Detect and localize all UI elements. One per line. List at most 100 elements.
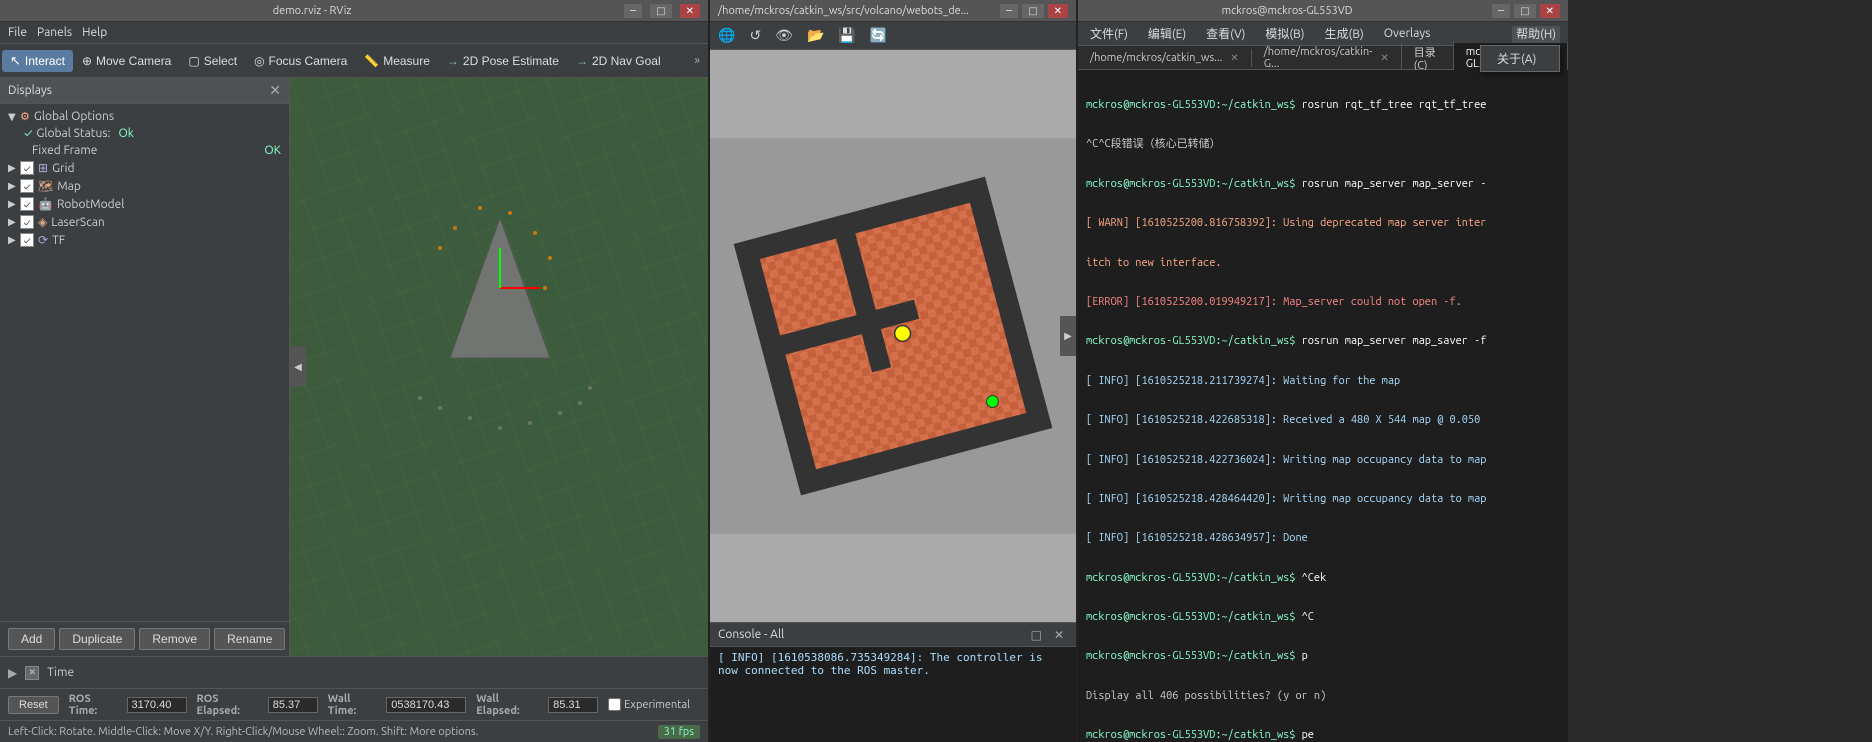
map-label: Map — [57, 180, 81, 193]
term-line-1: mckros@mckros-GL553VD:~/catkin_ws$ rosru… — [1086, 98, 1560, 113]
focus-camera-button[interactable]: ◎ Focus Camera — [246, 51, 355, 71]
tree-item-robot-model[interactable]: ▶ ✓ 🤖 RobotModel — [0, 195, 289, 213]
displays-panel-header: Displays ✕ — [0, 78, 289, 104]
tf-checkbox[interactable]: ✓ — [20, 233, 34, 247]
sim-world-btn[interactable]: 🌐 — [714, 25, 739, 46]
ros-elapsed-input[interactable] — [268, 697, 318, 713]
menu-panels[interactable]: Panels — [33, 24, 76, 41]
interact-button[interactable]: ↖ Interact — [2, 50, 73, 72]
sim-close[interactable]: ✕ — [1048, 4, 1068, 18]
term-line-6: [ERROR] [1610525200.019949217]: Map_serv… — [1086, 295, 1560, 310]
sim-open-btn[interactable]: 📂 — [803, 25, 828, 46]
sim-refresh-btn[interactable]: 🔄 — [866, 25, 891, 46]
ros-time-input[interactable] — [127, 697, 187, 713]
wall-time-input[interactable] — [386, 697, 466, 713]
fps-display: 31 fps — [658, 725, 700, 739]
console-message: [ INFO] [1610538086.735349284]: The cont… — [718, 651, 1043, 677]
time-panel: ▶ ✕ Time — [0, 656, 708, 688]
tree-item-fixed-frame[interactable]: Fixed Frame OK — [0, 142, 289, 159]
sim-eye-btn[interactable]: 👁 — [771, 25, 797, 46]
pose-estimate-button[interactable]: → 2D Pose Estimate — [439, 51, 567, 71]
reset-btn[interactable]: Reset — [8, 696, 59, 714]
map-icon: 🗺 — [38, 179, 53, 193]
terminal-section: mckros@mckros-GL553VD ─ □ ✕ 文件(F) 编辑(E) … — [1078, 0, 1568, 742]
console-close[interactable]: ✕ — [1050, 627, 1068, 643]
time-expand[interactable]: ▶ — [8, 666, 17, 680]
displays-close-btn[interactable]: ✕ — [269, 82, 281, 99]
term-line-4: [ WARN] [1610525200.816758392]: Using de… — [1086, 216, 1560, 231]
menu-generate[interactable]: 生成(B) — [1321, 23, 1368, 44]
robot-checkbox[interactable]: ✓ — [20, 197, 34, 211]
nav-goal-button[interactable]: → 2D Nav Goal — [568, 51, 669, 71]
tree-item-laser-scan[interactable]: ▶ ✓ ◈ LaserScan — [0, 213, 289, 231]
menu-simulate[interactable]: 模拟(B) — [1261, 23, 1308, 44]
term-line-3: mckros@mckros-GL553VD:~/catkin_ws$ rosru… — [1086, 177, 1560, 192]
term-line-15: mckros@mckros-GL553VD:~/catkin_ws$ p — [1086, 649, 1560, 664]
tree-item-map[interactable]: ▶ ✓ 🗺 Map — [0, 177, 289, 195]
nav-arrow-left[interactable]: ◀ — [290, 347, 306, 387]
menu-help-btn[interactable]: 帮助(H) — [1512, 26, 1560, 43]
experimental-label[interactable]: Experimental — [608, 698, 690, 711]
map-checkbox[interactable]: ✓ — [20, 179, 34, 193]
displays-title: Displays — [8, 84, 52, 97]
grid-checkbox[interactable]: ✓ — [20, 161, 34, 175]
console-expand[interactable]: □ — [1027, 627, 1046, 643]
rviz-title-bar: demo.rviz - RViz ─ □ ✕ — [0, 0, 708, 22]
toolbar-expand[interactable]: » — [688, 52, 706, 69]
panel-buttons: Add Duplicate Remove Rename — [0, 621, 289, 656]
move-camera-button[interactable]: ⊕ Move Camera — [74, 51, 179, 71]
rename-btn[interactable]: Rename — [214, 628, 285, 650]
term-line-7: mckros@mckros-GL553VD:~/catkin_ws$ rosru… — [1086, 334, 1560, 349]
select-button[interactable]: ▢ Select — [180, 51, 245, 71]
term-minimize[interactable]: ─ — [1492, 4, 1510, 18]
sim-minimize[interactable]: ─ — [1000, 4, 1018, 18]
term-maximize[interactable]: □ — [1514, 4, 1535, 18]
ros-time-label: ROS Time: — [69, 693, 117, 717]
tab-2-close[interactable]: ✕ — [1380, 52, 1388, 64]
terminal-title: mckros@mckros-GL553VD — [1086, 5, 1488, 17]
term-line-13: mckros@mckros-GL553VD:~/catkin_ws$ ^Cek — [1086, 571, 1560, 586]
robot-arrow: ▶ — [8, 198, 20, 210]
tree-item-global-status[interactable]: ✓ Global Status: Ok — [0, 125, 289, 142]
measure-button[interactable]: 📏 Measure — [356, 51, 438, 71]
menu-help[interactable]: Help — [78, 24, 111, 41]
cursor-icon: ↖ — [10, 53, 21, 69]
menu-view[interactable]: 查看(V) — [1202, 23, 1249, 44]
tab-2[interactable]: /home/mckros/catkin-G... ✕ — [1252, 43, 1402, 73]
laser-checkbox[interactable]: ✓ — [20, 215, 34, 229]
terminal-content[interactable]: mckros@mckros-GL553VD:~/catkin_ws$ rosru… — [1078, 70, 1568, 742]
rviz-bottom-bar: Reset ROS Time: ROS Elapsed: Wall Time: … — [0, 688, 708, 720]
menu-overlays[interactable]: Overlays — [1380, 25, 1435, 42]
rviz-close[interactable]: ✕ — [680, 4, 700, 18]
wall-elapsed-input[interactable] — [548, 697, 598, 713]
sim-save-btn[interactable]: 💾 — [834, 25, 859, 46]
tree-item-tf[interactable]: ▶ ✓ ⟳ TF — [0, 231, 289, 249]
sim-revert-btn[interactable]: ↺ — [745, 25, 765, 46]
tab-1[interactable]: /home/mckros/catkin_ws... ✕ — [1078, 49, 1252, 67]
help-bar: Left-Click: Rotate. Middle-Click: Move X… — [0, 720, 708, 742]
tree-item-grid[interactable]: ▶ ✓ ⊞ Grid — [0, 159, 289, 177]
help-text: Left-Click: Rotate. Middle-Click: Move X… — [8, 726, 478, 738]
sim-nav-right[interactable]: ▶ — [1060, 316, 1076, 356]
menu-about[interactable]: 关于(A) — [1481, 46, 1559, 71]
check-icon: ✓ — [24, 127, 32, 140]
experimental-checkbox[interactable] — [608, 698, 621, 711]
duplicate-btn[interactable]: Duplicate — [59, 628, 135, 650]
time-panel-title: Time — [47, 666, 74, 679]
remove-btn[interactable]: Remove — [139, 628, 210, 650]
add-display-btn[interactable]: Add — [8, 628, 55, 650]
time-close-btn[interactable]: ✕ — [25, 666, 39, 680]
rviz-maximize[interactable]: □ — [650, 4, 671, 18]
term-line-9: [ INFO] [1610525218.422685318]: Received… — [1086, 413, 1560, 428]
tree-item-global-options[interactable]: ▼ ⚙ Global Options — [0, 108, 289, 125]
fixed-frame-value: OK — [264, 144, 281, 157]
menu-file[interactable]: File — [4, 24, 31, 41]
menu-file[interactable]: 文件(F) — [1086, 23, 1132, 44]
menu-edit[interactable]: 编辑(E) — [1144, 23, 1190, 44]
term-close[interactable]: ✕ — [1540, 4, 1560, 18]
rviz-minimize[interactable]: ─ — [624, 4, 642, 18]
map-arrow: ▶ — [8, 180, 20, 192]
sim-maximize[interactable]: □ — [1022, 4, 1043, 18]
tab-1-close[interactable]: ✕ — [1230, 52, 1238, 64]
term-line-11: [ INFO] [1610525218.428464420]: Writing … — [1086, 492, 1560, 507]
